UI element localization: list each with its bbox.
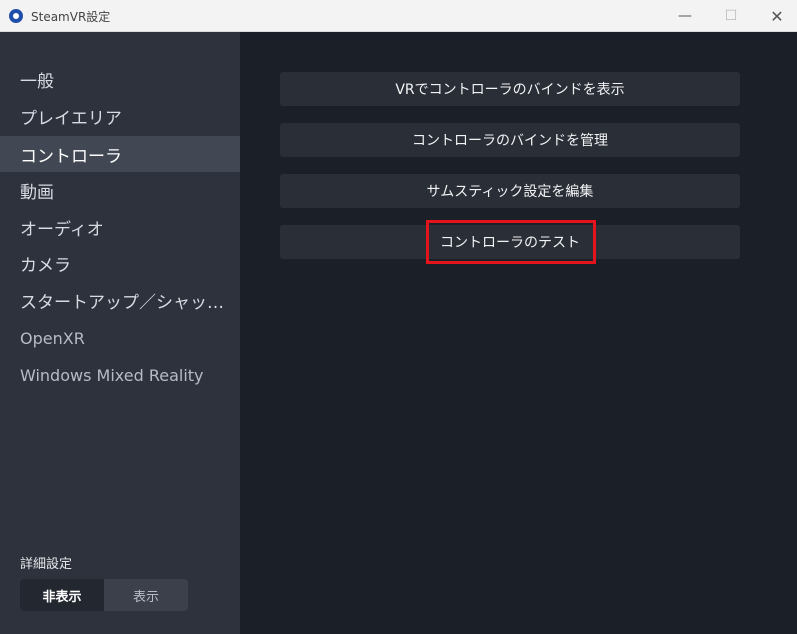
close-button[interactable]: ✕ [754, 0, 797, 32]
sidebar-item-video[interactable]: 動画 [0, 172, 240, 208]
minimize-button[interactable]: — [662, 0, 708, 32]
manage-bindings-button[interactable]: コントローラのバインドを管理 [280, 123, 740, 157]
window-title: SteamVR設定 [31, 10, 111, 24]
sidebar-item-controllers[interactable]: コントローラ [0, 136, 240, 172]
main-panel: VRでコントローラのバインドを表示 コントローラのバインドを管理 サムスティック… [240, 32, 797, 634]
sidebar: 一般 プレイエリア コントローラ 動画 オーディオ カメラ スタートアップ／シャ… [0, 32, 240, 634]
advanced-settings-toggle: 非表示 表示 [20, 579, 188, 611]
maximize-button[interactable]: ☐ [708, 0, 754, 32]
sidebar-item-startup-shutdown[interactable]: スタートアップ／シャッ… [0, 282, 240, 318]
edit-thumbstick-settings-button[interactable]: サムスティック設定を編集 [280, 174, 740, 208]
sidebar-item-openxr[interactable]: OpenXR [0, 320, 240, 356]
steamvr-logo-icon [9, 9, 23, 23]
sidebar-item-general[interactable]: 一般 [0, 61, 240, 97]
toggle-show-option[interactable]: 表示 [104, 579, 188, 611]
test-controllers-button[interactable]: コントローラのテスト [280, 225, 740, 259]
show-bindings-in-vr-button[interactable]: VRでコントローラのバインドを表示 [280, 72, 740, 106]
toggle-hide-option[interactable]: 非表示 [20, 579, 104, 611]
sidebar-item-windows-mixed-reality[interactable]: Windows Mixed Reality [0, 357, 240, 393]
title-bar: SteamVR設定 — ☐ ✕ [0, 0, 797, 32]
sidebar-item-camera[interactable]: カメラ [0, 245, 240, 281]
advanced-settings-label: 詳細設定 [20, 557, 73, 572]
sidebar-item-audio[interactable]: オーディオ [0, 209, 240, 245]
sidebar-item-play-area[interactable]: プレイエリア [0, 98, 240, 134]
